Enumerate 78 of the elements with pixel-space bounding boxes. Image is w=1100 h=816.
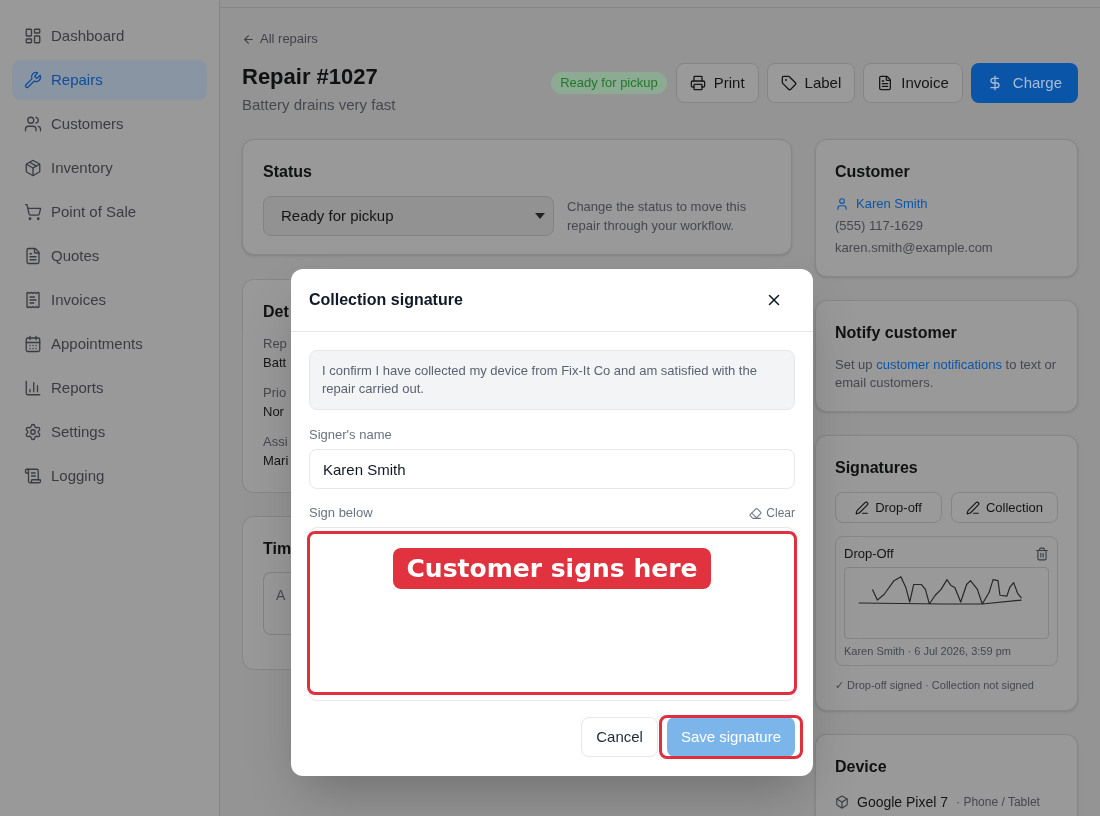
tag-icon	[780, 75, 797, 91]
field-label: Sign below	[309, 504, 373, 523]
page-subtitle: Battery drains very fast	[242, 95, 396, 115]
calendar-icon	[24, 335, 42, 353]
field-label: Assi	[263, 433, 289, 451]
device-type: · Phone / Tablet	[956, 794, 1040, 811]
page-title: Repair #1027	[242, 63, 379, 91]
caret-icon	[535, 213, 545, 219]
sidebar-item[interactable]: Reports	[12, 368, 207, 408]
sidebar-item[interactable]: Appointments	[12, 324, 207, 364]
sidebar-item[interactable]: Settings	[12, 412, 207, 452]
card-title: Det	[263, 302, 290, 322]
field-value: Mari	[263, 452, 290, 470]
signature-title: Drop-Off	[844, 545, 894, 564]
card-title: Notify customer	[835, 323, 958, 343]
signature-pad[interactable]: Customer signs here	[309, 527, 795, 701]
settings-icon	[24, 423, 42, 441]
sidebar-item[interactable]: Dashboard	[12, 16, 207, 56]
card-title: Device	[835, 757, 888, 777]
customer-email: karen.smith@example.com	[835, 239, 994, 257]
status-badge: Ready for pickup	[551, 72, 667, 94]
eraser-icon	[749, 506, 763, 520]
sidebar-item[interactable]: Point of Sale	[12, 192, 207, 232]
signature-caption: Karen Smith · 6 Jul 2026, 3:59 pm	[844, 644, 1012, 659]
print-button[interactable]: Print	[675, 63, 759, 103]
card-title: Customer	[835, 162, 911, 182]
bar-chart-icon	[24, 379, 42, 397]
sidebar-item[interactable]: Repairs	[12, 60, 207, 100]
clear-button[interactable]: Clear	[749, 504, 795, 522]
scroll-icon	[24, 467, 42, 485]
label-button[interactable]: Label	[766, 63, 856, 103]
card-title: Status	[263, 162, 313, 182]
field-label: Rep	[263, 335, 288, 353]
signer-name-input[interactable]: Karen Smith	[309, 449, 795, 489]
field-value: Nor	[263, 403, 285, 421]
confirmation-text: I confirm I have collected my device from Fix-It Co and am satisfied with the repair carried out.	[309, 350, 795, 410]
notify-text: Set up customer notifications to text or email customers.	[835, 356, 1058, 392]
cancel-button[interactable]: Cancel	[581, 717, 658, 757]
note-field[interactable]: A	[263, 572, 292, 635]
field-value: Batt	[263, 354, 288, 372]
field-label: Prio	[263, 384, 288, 402]
document-icon	[24, 247, 42, 265]
device-name: Google Pixel 7	[857, 792, 949, 812]
pen-icon	[855, 500, 870, 515]
sidebar-item[interactable]: Invoices	[12, 280, 207, 320]
sidebar-item[interactable]: Quotes	[12, 236, 207, 276]
signature-button[interactable]: Collection	[951, 492, 1058, 523]
cube-icon	[835, 795, 849, 809]
card-title: Tim	[263, 539, 291, 559]
people-icon	[24, 115, 42, 133]
receipt-icon	[24, 291, 42, 309]
package-icon	[24, 159, 42, 177]
printer-icon	[689, 75, 706, 91]
status-select[interactable]: Ready for pickup	[263, 196, 554, 236]
trash-icon[interactable]	[1035, 547, 1049, 561]
cart-icon	[24, 203, 42, 221]
customer-link[interactable]: Karen Smith	[856, 194, 928, 214]
sidebar-item[interactable]: Inventory	[12, 148, 207, 188]
person-icon	[835, 197, 849, 211]
charge-button[interactable]: Charge	[970, 63, 1078, 103]
back-link[interactable]: All repairs	[242, 29, 318, 49]
dialog-title: Collection signature	[309, 290, 463, 310]
invoice-button[interactable]: Invoice	[863, 63, 963, 103]
wrench-icon	[24, 71, 42, 89]
customer-phone: (555) 117-1629	[835, 217, 924, 235]
status-help-text: Change the status to move this repair through your workflow.	[567, 198, 748, 235]
field-label: Signer's name	[309, 426, 393, 444]
dashboard-grid-icon	[24, 27, 42, 45]
notifications-link[interactable]: customer notifications	[876, 357, 1002, 372]
card-title: Signatures	[835, 458, 919, 478]
pen-icon	[965, 500, 980, 515]
sidebar-item[interactable]: Customers	[12, 104, 207, 144]
signature-summary: ✓ Drop-off signed · Collection not signed	[835, 678, 1035, 693]
document-icon	[877, 75, 894, 91]
arrow-left-icon	[242, 32, 255, 46]
signature-button[interactable]: Drop-off	[835, 492, 942, 523]
sidebar-item[interactable]: Logging	[12, 456, 207, 496]
annotation-callout: Customer signs here	[392, 548, 712, 589]
